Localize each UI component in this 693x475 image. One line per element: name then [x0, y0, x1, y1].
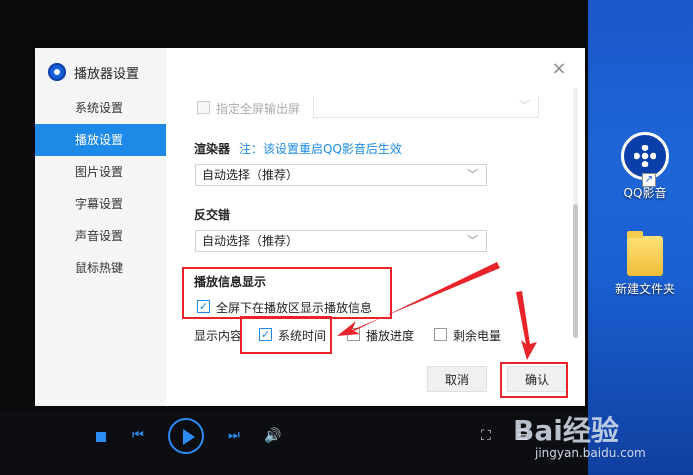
fullscreen-output-checkbox[interactable] — [197, 101, 210, 114]
next-button[interactable]: ⏭ — [226, 428, 242, 444]
renderer-note: 注：该设置重启QQ影音后生效 — [239, 142, 402, 156]
watermark-brand: Bai经验 — [513, 414, 619, 447]
desktop-icon-qq-player[interactable]: ↗ QQ影音 — [600, 132, 690, 201]
option-system-time-checkbox[interactable]: ✓ — [259, 328, 272, 341]
fullscreen-show-info-label: 全屏下在播放区显示播放信息 — [216, 301, 373, 315]
qq-player-logo-icon — [48, 63, 66, 81]
chevron-down-icon: ﹀ — [467, 234, 478, 247]
play-button[interactable] — [168, 418, 204, 454]
sidebar-item-hotkeys[interactable]: 鼠标热键 — [35, 252, 166, 284]
content-scrollbar-thumb[interactable] — [573, 204, 578, 338]
volume-button[interactable]: 🔊 — [264, 428, 282, 444]
screenshot-button[interactable]: ⛶ — [481, 428, 491, 444]
renderer-select[interactable]: 自动选择（推荐） ﹀ — [195, 164, 487, 186]
deinterlace-select-value: 自动选择（推荐） — [202, 234, 299, 248]
fullscreen-output-select[interactable]: ﹀ — [313, 96, 539, 118]
option-system-time-label: 系统时间 — [278, 329, 327, 343]
skip-previous-icon: ⏮ — [132, 428, 144, 443]
previous-button[interactable]: ⏮ — [130, 428, 146, 444]
stop-button[interactable] — [96, 432, 106, 442]
sidebar-item-system[interactable]: 系统设置 — [35, 92, 166, 124]
cancel-button[interactable]: 取消 — [427, 366, 487, 392]
chevron-down-icon: ﹀ — [467, 168, 478, 181]
renderer-select-value: 自动选择（推荐） — [202, 168, 299, 182]
sidebar-item-subtitle[interactable]: 字幕设置 — [35, 188, 166, 220]
player-control-bar — [0, 410, 588, 475]
desktop-icon-new-folder[interactable]: 新建文件夹 — [600, 231, 690, 297]
shortcut-arrow-icon: ↗ — [642, 173, 656, 187]
baidu-jingyan-watermark: Bai经验 — [513, 414, 619, 447]
playback-info-title: 播放信息显示 — [194, 275, 267, 289]
renderer-title: 渲染器 — [194, 142, 231, 156]
deinterlace-title: 反交错 — [194, 208, 231, 222]
dialog-title: 播放器设置 — [74, 66, 140, 82]
option-battery-checkbox[interactable] — [434, 328, 447, 341]
watermark-url: jingyan.baidu.com — [535, 446, 646, 460]
dialog-title-row: 播放器设置 — [48, 62, 139, 82]
screenshot-icon: ⛶ — [481, 428, 491, 444]
volume-icon: 🔊 — [264, 428, 282, 444]
close-icon: × — [551, 58, 567, 79]
sidebar-item-image[interactable]: 图片设置 — [35, 156, 166, 188]
folder-icon — [627, 231, 663, 276]
settings-sidebar: 播放器设置 系统设置 播放设置 图片设置 字幕设置 声音设置 鼠标热键 — [35, 48, 166, 406]
close-button[interactable]: × — [550, 60, 568, 78]
option-progress-label: 播放进度 — [366, 329, 415, 343]
fullscreen-output-label: 指定全屏输出屏 — [216, 102, 301, 116]
sidebar-item-sound[interactable]: 声音设置 — [35, 220, 166, 252]
desktop-icon-label: 新建文件夹 — [614, 282, 675, 296]
display-content-label: 显示内容 — [194, 329, 243, 343]
sidebar-item-playback[interactable]: 播放设置 — [35, 124, 166, 156]
confirm-button[interactable]: 确认 — [507, 366, 567, 392]
option-progress-checkbox[interactable] — [347, 328, 360, 341]
fullscreen-show-info-checkbox[interactable]: ✓ — [197, 300, 210, 313]
option-battery-label: 剩余电量 — [453, 329, 502, 343]
chevron-down-icon: ﹀ — [519, 99, 530, 112]
player-settings-dialog: 播放器设置 系统设置 播放设置 图片设置 字幕设置 声音设置 鼠标热键 × 指定… — [35, 48, 585, 406]
qq-player-logo-icon: ↗ — [621, 132, 669, 187]
skip-next-icon: ⏭ — [228, 428, 240, 443]
deinterlace-select[interactable]: 自动选择（推荐） ﹀ — [195, 230, 487, 252]
